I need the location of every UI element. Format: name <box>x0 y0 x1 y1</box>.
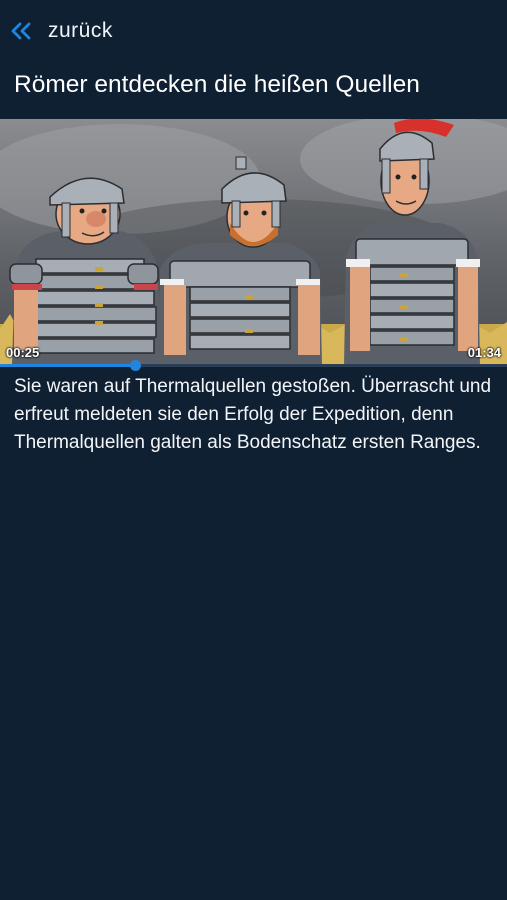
video-progress-bar[interactable] <box>0 360 507 371</box>
video-progress-thumb[interactable] <box>129 360 141 371</box>
page-title: Römer entdecken die heißen Quellen <box>14 71 420 98</box>
video-duration: 01:34 <box>467 345 501 360</box>
back-label: zurück <box>48 19 113 42</box>
video-progress-fill <box>0 364 135 367</box>
description-text: Sie waren auf Thermalquellen gestoßen. Ü… <box>14 376 492 453</box>
video-player[interactable] <box>0 119 507 365</box>
back-button[interactable]: zurück <box>10 16 113 46</box>
top-bar: zurück <box>0 0 507 62</box>
double-chevron-left-icon <box>11 22 31 40</box>
video-current-time: 00:25 <box>6 345 40 360</box>
video-thumbnail <box>0 119 507 365</box>
